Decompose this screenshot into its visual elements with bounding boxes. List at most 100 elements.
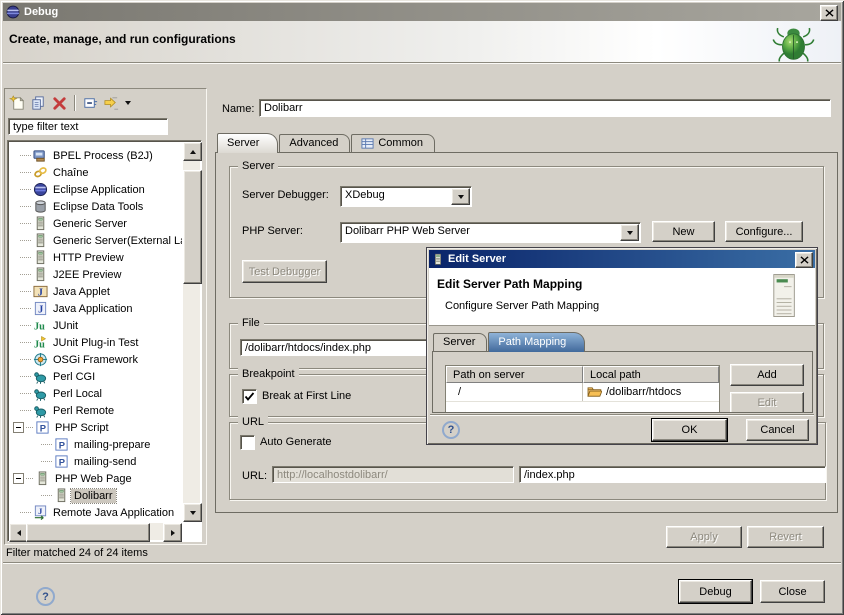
rjava-icon: J	[32, 505, 48, 521]
url-group-title: URL	[238, 416, 268, 428]
tree-item-perl-local[interactable]: Perl Local	[10, 385, 182, 402]
tree-item-eclipse-data-tools[interactable]: Eclipse Data Tools	[10, 198, 182, 215]
bug-icon	[770, 21, 817, 68]
tree-horizontal-scrollbar[interactable]	[9, 523, 182, 540]
junit-icon: Ju	[32, 318, 48, 334]
tree-item-j2ee-preview[interactable]: J2EE Preview	[10, 266, 182, 283]
tree-item-mailing-prepare[interactable]: Pmailing-prepare	[10, 436, 182, 453]
mapping-row[interactable]: //dolibarr/htdocs	[446, 383, 719, 402]
dialog-help-button[interactable]: ?	[442, 421, 460, 439]
tree-item-perl-remote[interactable]: Perl Remote	[10, 402, 182, 419]
url-path-input[interactable]	[519, 466, 826, 483]
tree-item-label: mailing-prepare	[71, 438, 153, 452]
php-server-combo[interactable]: Dolibarr PHP Web Server	[340, 222, 641, 243]
perl-icon	[32, 386, 48, 402]
svg-text:J: J	[38, 304, 43, 315]
tree-item-cha-ne[interactable]: Chaîne	[10, 164, 182, 181]
tree-vertical-scrollbar[interactable]	[183, 142, 200, 522]
tree-item-label: Generic Server(External La	[50, 234, 182, 248]
tree-item-java-application[interactable]: J Java Application	[10, 300, 182, 317]
tree-item-label: Java Application	[50, 302, 136, 316]
window-close-button[interactable]	[820, 5, 838, 21]
debug-configurations-window: Debug Create, manage, and run configurat…	[0, 0, 844, 615]
svg-text:P: P	[58, 457, 64, 467]
duplicate-button[interactable]	[28, 93, 49, 113]
expander-minus-icon[interactable]	[13, 422, 24, 433]
configuration-tree: BPEL Process (B2J)ChaîneEclipse Applicat…	[10, 143, 182, 522]
edit-mapping-button[interactable]: Edit	[730, 392, 804, 413]
scroll-right-button[interactable]	[163, 523, 182, 542]
tree-item-bpel-process-b2j[interactable]: BPEL Process (B2J)	[10, 147, 182, 164]
expander-minus-icon[interactable]	[13, 473, 24, 484]
menu-dropdown-icon	[125, 101, 131, 105]
tree-item-junit-plug-in-test[interactable]: JuJUnit Plug-in Test	[10, 334, 182, 351]
tree-item-label: Dolibarr	[71, 489, 116, 503]
combo-dropdown-button[interactable]	[451, 188, 470, 205]
tree-item-label: Perl Local	[50, 387, 105, 401]
filter-button[interactable]	[101, 93, 122, 113]
server-icon	[32, 250, 48, 266]
tree-item-osgi-framework[interactable]: OSGi Framework	[10, 351, 182, 368]
ok-button[interactable]: OK	[652, 419, 727, 441]
tree-item-generic-server[interactable]: Generic Server	[10, 215, 182, 232]
dialog-titlebar[interactable]: Edit Server	[429, 250, 815, 268]
break-first-line-checkbox[interactable]	[242, 389, 257, 404]
scroll-up-button[interactable]	[183, 142, 202, 161]
test-debugger-button[interactable]: Test Debugger	[242, 260, 327, 283]
dialog-tab-path-mapping[interactable]: Path Mapping	[488, 332, 585, 352]
collapse-all-button[interactable]	[80, 93, 101, 113]
tree-item-generic-server-external-la[interactable]: Generic Server(External La	[10, 232, 182, 249]
delete-button[interactable]	[49, 93, 70, 113]
tree-item-label: Perl Remote	[50, 404, 117, 418]
toolbar-separator	[74, 95, 76, 111]
horizontal-scroll-thumb[interactable]	[26, 523, 150, 542]
edit-server-dialog: Edit Server Edit Server Path Mapping Con…	[426, 247, 818, 445]
sphere-icon	[32, 182, 48, 198]
tree-item-http-preview[interactable]: HTTP Preview	[10, 249, 182, 266]
name-input[interactable]	[259, 99, 831, 117]
filter-input[interactable]	[8, 118, 168, 135]
tab-common[interactable]: Common	[351, 134, 435, 153]
scroll-down-button[interactable]	[183, 503, 202, 522]
tree-item-eclipse-application[interactable]: Eclipse Application	[10, 181, 182, 198]
svg-text:J: J	[37, 287, 42, 298]
tree-toolbar	[7, 92, 134, 114]
banner: Create, manage, and run configurations	[3, 21, 841, 62]
tree-item-php-web-page[interactable]: PHP Web Page	[10, 470, 182, 487]
file-group-title: File	[238, 317, 264, 329]
server-debugger-combo[interactable]: XDebug	[340, 186, 472, 207]
new-server-button[interactable]: New	[652, 221, 715, 242]
revert-button[interactable]: Revert	[747, 526, 824, 548]
tree-item-java-applet[interactable]: JJava Applet	[10, 283, 182, 300]
combo-dropdown-button[interactable]	[620, 224, 639, 241]
auto-generate-checkbox[interactable]	[240, 435, 255, 450]
column-header-local-path[interactable]: Local path	[583, 366, 719, 383]
svg-text:P: P	[39, 423, 45, 433]
help-button[interactable]: ?	[36, 587, 55, 606]
add-mapping-button[interactable]: Add	[730, 364, 804, 386]
tree-item-php-script[interactable]: PPHP Script	[10, 419, 182, 436]
apply-button[interactable]: Apply	[666, 526, 742, 548]
dialog-close-button[interactable]	[795, 252, 813, 268]
footer-separator	[3, 562, 841, 564]
tree-item-junit[interactable]: JuJUnit	[10, 317, 182, 334]
vertical-scroll-thumb[interactable]	[183, 170, 202, 284]
tree-item-perl-cgi[interactable]: Perl CGI	[10, 368, 182, 385]
configure-button[interactable]: Configure...	[725, 221, 803, 242]
tab-server[interactable]: Server	[217, 133, 278, 153]
toolbar-menu-button[interactable]	[122, 93, 134, 113]
cancel-button[interactable]: Cancel	[746, 419, 809, 441]
base-url-input[interactable]	[272, 466, 514, 483]
debug-button[interactable]: Debug	[679, 580, 752, 603]
tab-advanced[interactable]: Advanced	[279, 134, 350, 153]
window-titlebar[interactable]: Debug	[3, 3, 841, 21]
tree-item-remote-java-application[interactable]: JRemote Java Application	[10, 504, 182, 521]
tree-item-dolibarr[interactable]: Dolibarr	[10, 487, 182, 504]
close-button[interactable]: Close	[760, 580, 825, 603]
arrow-down-icon	[190, 511, 196, 515]
close-icon	[825, 9, 834, 17]
dialog-tab-server[interactable]: Server	[433, 333, 487, 352]
column-header-path-on-server[interactable]: Path on server	[446, 366, 583, 383]
new-configuration-button[interactable]	[7, 93, 28, 113]
tree-item-mailing-send[interactable]: Pmailing-send	[10, 453, 182, 470]
